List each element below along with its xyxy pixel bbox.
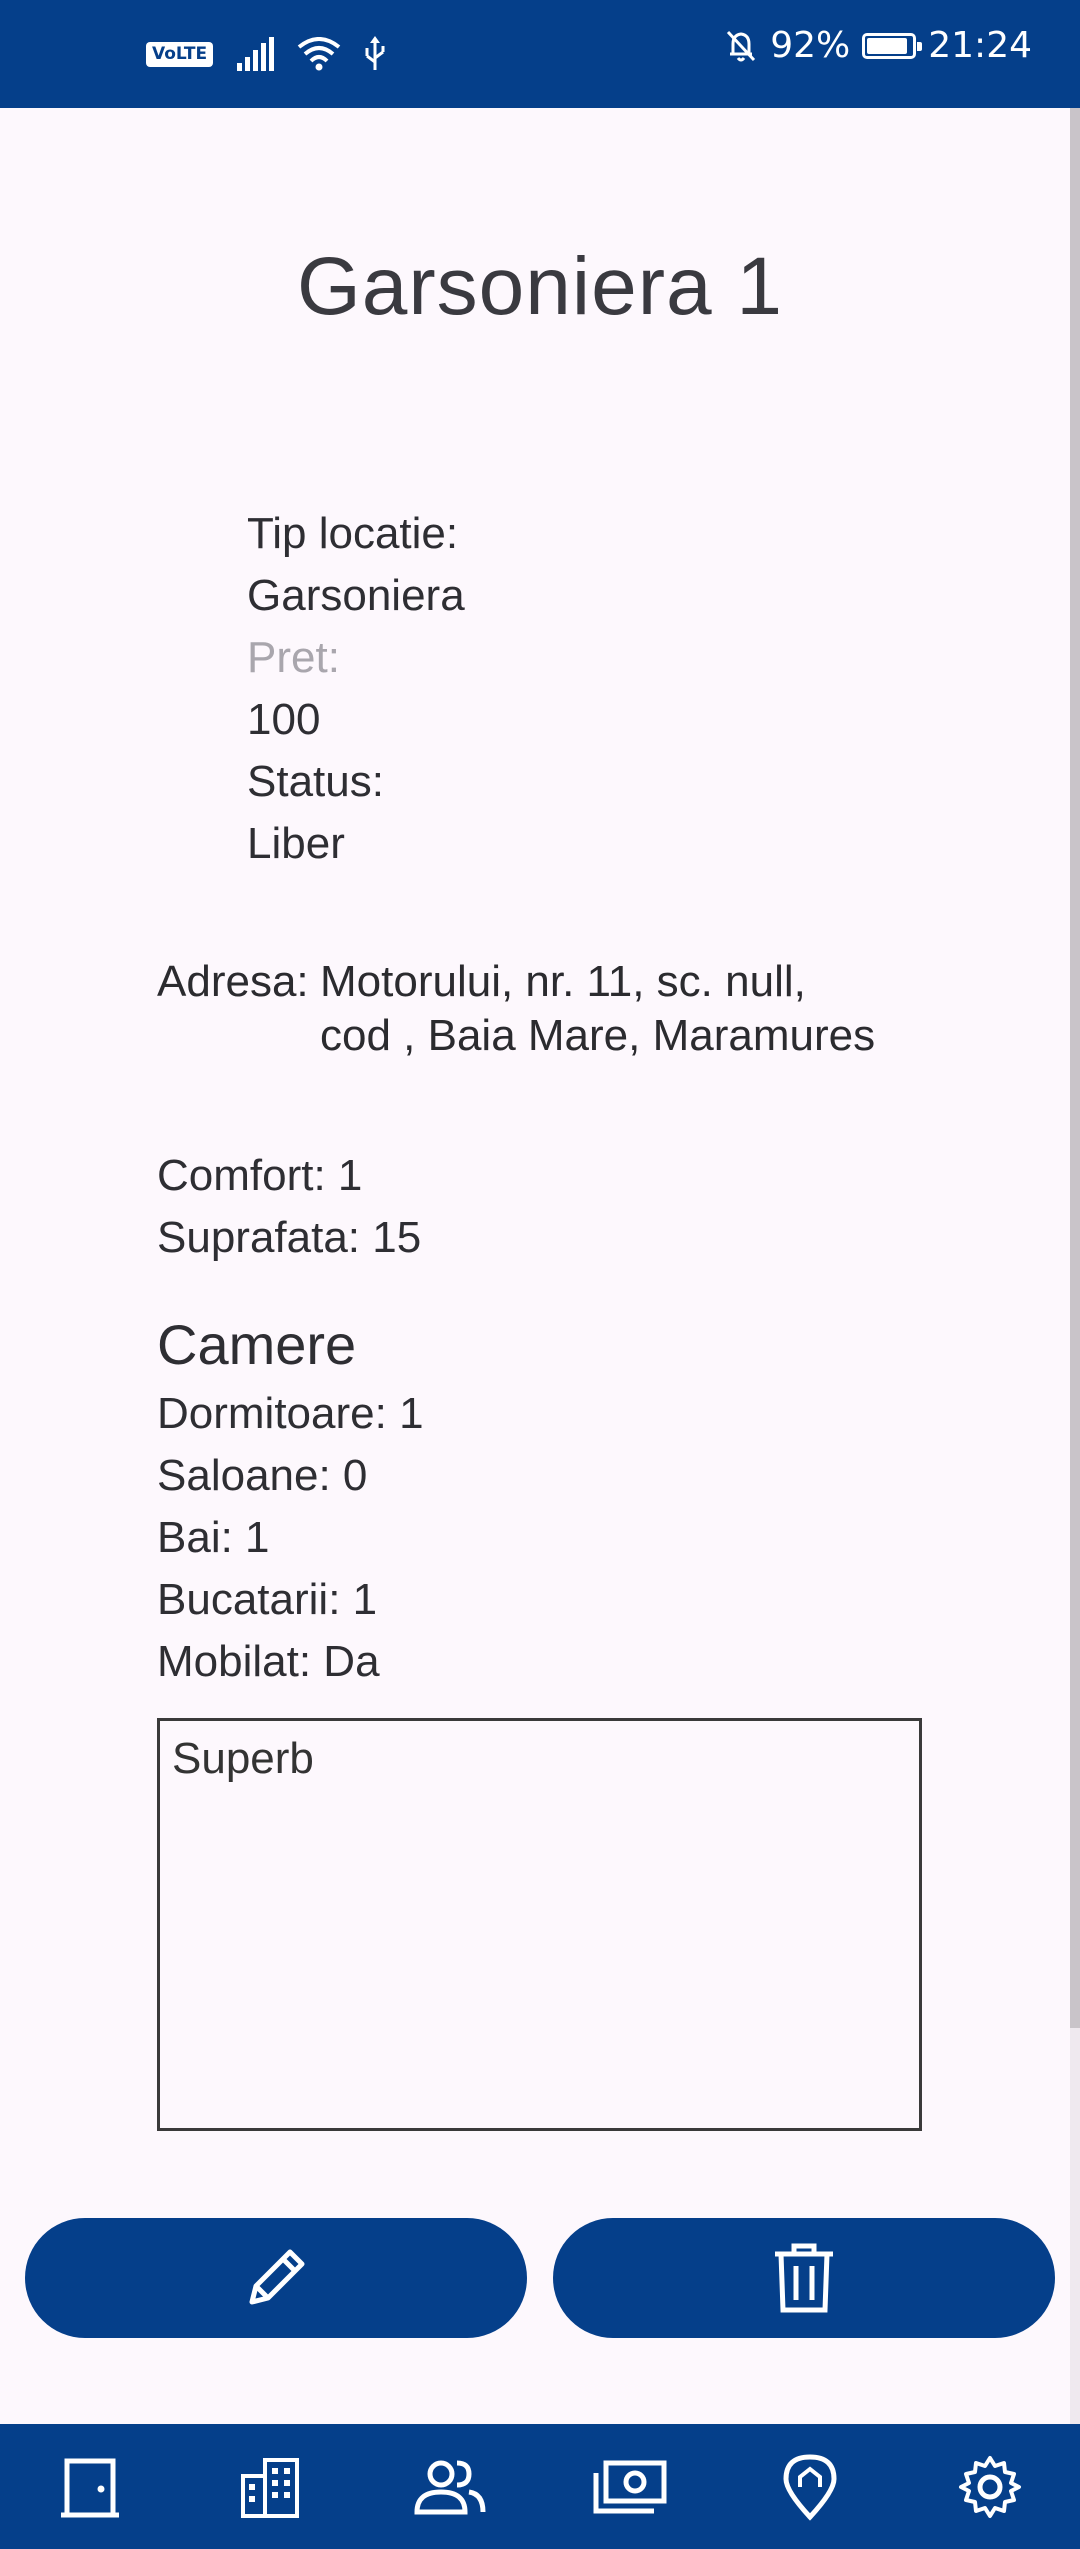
scrollbar-thumb[interactable]	[1070, 108, 1080, 2028]
money-icon	[593, 2460, 667, 2513]
status-label: Status:	[247, 757, 384, 806]
description-box[interactable]: Superb	[157, 1718, 922, 2131]
page-title: Garsoniera 1	[296, 241, 784, 332]
rooms-section-title: Camere	[157, 1313, 357, 1376]
nav-payments[interactable]	[540, 2424, 720, 2549]
volte-badge: VoLTE	[146, 41, 214, 67]
wifi-icon	[297, 37, 341, 71]
scrollbar-track[interactable]	[1070, 108, 1080, 2424]
signal-icon	[237, 37, 275, 71]
notifications-off-icon	[727, 30, 756, 62]
pret-value: 100	[247, 695, 321, 744]
tip-locatie-value: Garsoniera	[247, 571, 465, 620]
status-right-group: 92% 21:24	[724, 28, 1032, 64]
bottom-navigation	[0, 2424, 1080, 2549]
status-left-group: VoLTE	[146, 36, 387, 72]
status-bar: VoLTE 92% 21:24	[0, 0, 1080, 108]
suprafata-text: Suprafata: 15	[157, 1213, 422, 1262]
nav-buildings[interactable]	[180, 2424, 360, 2549]
comfort-text: Comfort: 1	[157, 1151, 363, 1200]
people-icon	[414, 2460, 486, 2514]
saloane-text: Saloane: 0	[157, 1451, 368, 1500]
nav-people[interactable]	[360, 2424, 540, 2549]
trash-icon	[775, 2243, 833, 2313]
battery-percent: 92%	[770, 25, 851, 66]
door-icon	[61, 2458, 119, 2517]
dormitoare-text: Dormitoare: 1	[157, 1389, 424, 1438]
buildings-icon	[241, 2457, 299, 2518]
pret-label: Pret:	[247, 633, 340, 682]
tip-locatie-label: Tip locatie:	[247, 509, 459, 558]
clock: 21:24	[928, 25, 1032, 66]
usb-icon	[365, 36, 385, 70]
nav-locations[interactable]	[0, 2424, 180, 2549]
nav-settings[interactable]	[900, 2424, 1080, 2549]
battery-fill	[867, 38, 908, 54]
address-line-1: Motorului, nr. 11, sc. null,	[320, 957, 806, 1006]
bai-text: Bai: 1	[157, 1513, 270, 1562]
location-home-icon	[783, 2453, 837, 2521]
address-label: Adresa:	[157, 957, 309, 1006]
settings-gear-icon	[959, 2455, 1021, 2518]
delete-button[interactable]	[553, 2218, 1055, 2338]
nav-map[interactable]	[720, 2424, 900, 2549]
pencil-icon	[249, 2249, 305, 2305]
bucatarii-text: Bucatarii: 1	[157, 1575, 378, 1624]
battery-charging-icon	[862, 33, 923, 59]
edit-button[interactable]	[25, 2218, 527, 2338]
address-line-2: cod , Baia Mare, Maramures	[320, 1011, 876, 1060]
address-value: Motorului, nr. 11, sc. null, cod , Baia …	[320, 955, 940, 1063]
mobilat-text: Mobilat: Da	[157, 1637, 380, 1686]
status-value: Liber	[247, 819, 345, 868]
